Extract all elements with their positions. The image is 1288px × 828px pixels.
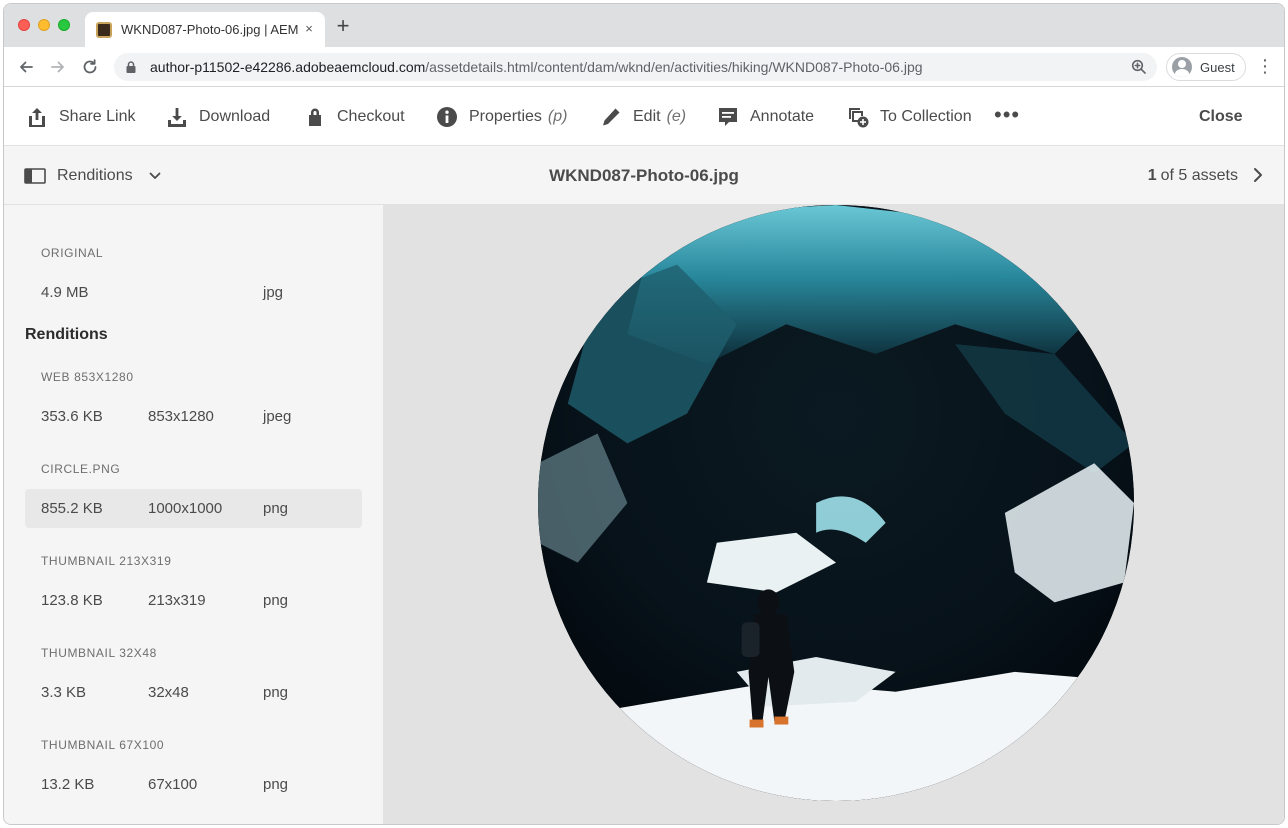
- zoom-icon[interactable]: [1131, 59, 1147, 75]
- rendition-label: CIRCLE.PNG: [41, 462, 121, 476]
- new-tab-button[interactable]: +: [332, 15, 354, 38]
- annotate-icon: [719, 107, 737, 126]
- asset-header: Renditions WKND087-Photo-06.jpg 1 of 5 a…: [4, 146, 1284, 205]
- chevron-down-icon: [149, 172, 161, 179]
- add-to-collection-icon: [849, 107, 869, 127]
- rendition-dimensions: 1000x1000: [148, 500, 223, 517]
- rendition-row[interactable]: 123.8 KB 213x319 png: [25, 581, 362, 620]
- edit-label: Edit: [633, 107, 661, 125]
- reload-button[interactable]: [78, 55, 102, 79]
- ice-cave-hiker-image: [538, 205, 1134, 801]
- download-button[interactable]: Download: [166, 87, 270, 146]
- tab-strip: WKND087-Photo-06.jpg | AEM × +: [4, 4, 1284, 47]
- asset-preview: [383, 205, 1284, 824]
- reload-icon: [83, 59, 97, 74]
- original-format: jpg: [263, 284, 284, 301]
- asset-count-rest: of 5 assets: [1160, 166, 1238, 184]
- annotate-button[interactable]: Annotate: [717, 87, 814, 146]
- download-label: Download: [199, 107, 271, 125]
- more-actions-icon[interactable]: •••: [994, 104, 1020, 126]
- renditions-rail: ORIGINAL 4.9 MB jpg Renditions WEB 853X1…: [4, 205, 383, 824]
- lock-icon: [126, 61, 136, 73]
- rendition-size: 353.6 KB: [41, 408, 103, 425]
- profile-label: Guest: [1200, 59, 1235, 75]
- rendition-format: png: [263, 500, 289, 517]
- properties-button[interactable]: Properties (p): [436, 87, 567, 146]
- url-host: author-p11502-e42286.adobeaemcloud.com: [150, 59, 426, 75]
- rendition-format: jpeg: [263, 408, 292, 425]
- browser-window: WKND087-Photo-06.jpg | AEM × + author-p1…: [3, 3, 1285, 825]
- rendition-label: THUMBNAIL 32X48: [41, 646, 157, 660]
- rendition-label: THUMBNAIL 213X319: [41, 554, 172, 568]
- arrow-right-icon: [51, 61, 64, 73]
- browser-toolbar: author-p11502-e42286.adobeaemcloud.com/a…: [4, 47, 1284, 87]
- rendition-row[interactable]: 13.2 KB 67x100 png: [25, 765, 362, 804]
- avatar-icon: [1172, 57, 1192, 77]
- browser-tab[interactable]: WKND087-Photo-06.jpg | AEM ×: [85, 12, 325, 47]
- rendition-dimensions: 213x319: [148, 592, 206, 609]
- rendition-row-selected[interactable]: 855.2 KB 1000x1000 png: [25, 489, 362, 528]
- rendition-format: png: [263, 592, 289, 609]
- tab-close-icon[interactable]: ×: [301, 21, 317, 37]
- window-close-button[interactable]: [18, 19, 30, 31]
- asset-count-current: 1: [1147, 166, 1157, 184]
- arrow-left-icon: [20, 61, 33, 73]
- download-icon: [168, 107, 186, 127]
- profile-button[interactable]: Guest: [1166, 53, 1246, 81]
- properties-label: Properties: [469, 107, 542, 125]
- lock-icon: [309, 108, 321, 126]
- info-icon: [437, 106, 457, 127]
- original-row[interactable]: 4.9 MB jpg: [25, 273, 362, 312]
- circle-photo-preview: [538, 205, 1134, 801]
- share-link-button[interactable]: Share Link: [26, 87, 136, 146]
- window-minimize-button[interactable]: [38, 19, 50, 31]
- tab-title: WKND087-Photo-06.jpg | AEM: [121, 22, 299, 37]
- asset-title: WKND087-Photo-06.jpg: [549, 165, 739, 185]
- url-text: author-p11502-e42286.adobeaemcloud.com/a…: [150, 59, 923, 75]
- original-label: ORIGINAL: [41, 246, 104, 260]
- rendition-format: png: [263, 684, 289, 701]
- address-bar[interactable]: author-p11502-e42286.adobeaemcloud.com/a…: [114, 53, 1157, 81]
- rendition-label: WEB 853X1280: [41, 370, 134, 384]
- rendition-label: THUMBNAIL 67X100: [41, 738, 165, 752]
- forward-button[interactable]: [46, 55, 70, 79]
- rail-panel-icon: [24, 167, 46, 184]
- to-collection-label: To Collection: [880, 107, 972, 125]
- to-collection-button[interactable]: To Collection: [847, 87, 972, 146]
- share-icon: [29, 107, 45, 127]
- url-path: /assetdetails.html/content/dam/wknd/en/a…: [425, 59, 923, 75]
- action-bar: Share Link Download Checkout Properties …: [4, 87, 1284, 146]
- chevron-right-icon[interactable]: [1250, 167, 1266, 183]
- close-button[interactable]: Close: [1199, 87, 1243, 146]
- asset-counter: 1 of 5 assets: [1148, 146, 1238, 205]
- share-link-label: Share Link: [59, 107, 136, 125]
- rendition-size: 123.8 KB: [41, 592, 103, 609]
- rail-selector[interactable]: Renditions: [24, 146, 161, 205]
- renditions-heading: Renditions: [25, 326, 108, 343]
- rail-selector-label: Renditions: [57, 166, 133, 184]
- window-maximize-button[interactable]: [58, 19, 70, 31]
- rendition-dimensions: 853x1280: [148, 408, 214, 425]
- aem-favicon-icon: [96, 21, 112, 38]
- original-size: 4.9 MB: [41, 284, 89, 301]
- edit-button[interactable]: Edit (e): [600, 87, 686, 146]
- rendition-size: 855.2 KB: [41, 500, 103, 517]
- pencil-icon: [603, 108, 620, 125]
- checkout-label: Checkout: [337, 107, 405, 125]
- rendition-size: 13.2 KB: [41, 776, 95, 793]
- annotate-label: Annotate: [750, 107, 815, 125]
- back-button[interactable]: [14, 55, 38, 79]
- browser-menu-icon[interactable]: ⋮: [1256, 57, 1274, 77]
- rendition-format: png: [263, 776, 289, 793]
- rendition-size: 3.3 KB: [41, 684, 87, 701]
- rendition-dimensions: 67x100: [148, 776, 198, 793]
- rendition-row[interactable]: 3.3 KB 32x48 png: [25, 673, 362, 712]
- checkout-button[interactable]: Checkout: [304, 87, 405, 146]
- rendition-row[interactable]: 353.6 KB 853x1280 jpeg: [25, 397, 362, 436]
- rendition-dimensions: 32x48: [148, 684, 189, 701]
- properties-shortcut: (p): [547, 107, 568, 125]
- edit-shortcut: (e): [666, 107, 687, 125]
